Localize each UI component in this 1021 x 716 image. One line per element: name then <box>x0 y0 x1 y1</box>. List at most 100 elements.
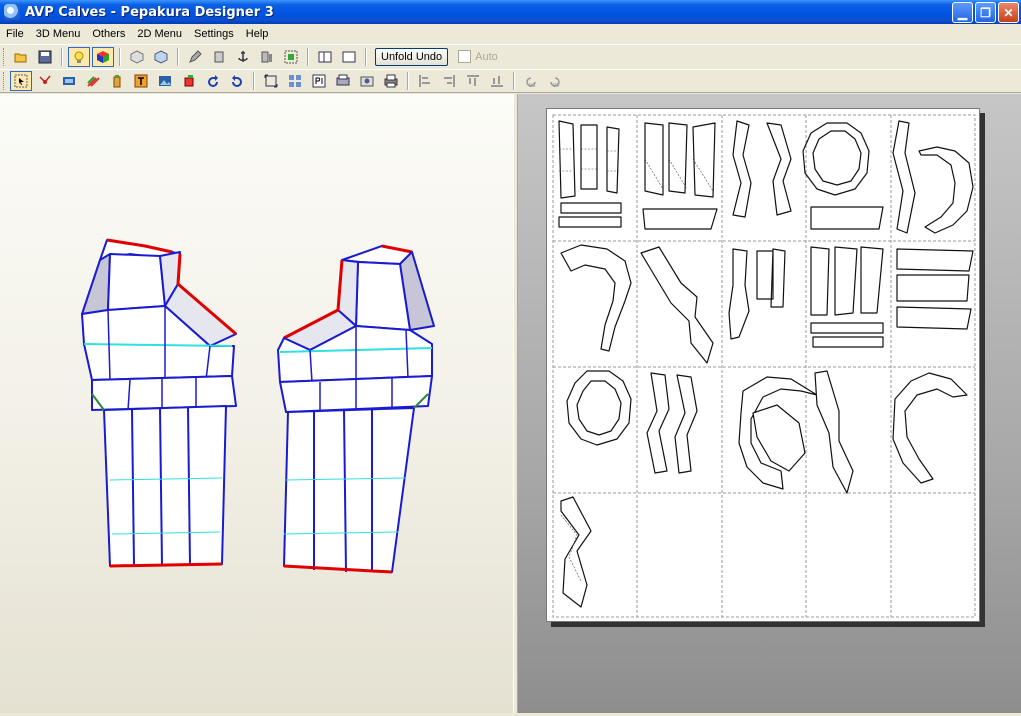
align-top-icon <box>467 75 479 86</box>
3d-view-panel[interactable] <box>0 94 513 713</box>
paper-sheet <box>546 108 980 622</box>
toolbar-grip[interactable] <box>3 72 6 90</box>
main-toolbar: Unfold Undo Auto <box>0 44 1021 68</box>
print-button[interactable] <box>380 71 402 91</box>
menu-others[interactable]: Others <box>86 28 131 40</box>
menu-file[interactable]: File <box>0 28 30 40</box>
toolbar-separator <box>253 72 255 90</box>
film-button[interactable] <box>58 71 80 91</box>
toolbar-separator <box>177 47 179 66</box>
dual-view-button[interactable] <box>338 47 360 67</box>
light-toggle-button[interactable] <box>68 46 90 67</box>
toolbar-separator <box>119 47 121 66</box>
single-view-button[interactable] <box>314 47 336 67</box>
save-icon <box>38 50 52 63</box>
anchor-button[interactable] <box>232 47 254 67</box>
align-middle-icon <box>491 76 503 87</box>
rotate-90-cw-button[interactable]: 90 <box>544 71 566 91</box>
cylinder-button[interactable] <box>208 47 230 67</box>
align-top-button[interactable] <box>462 71 484 91</box>
rotate-left-icon <box>208 75 218 87</box>
snapshot-button[interactable] <box>356 71 378 91</box>
menu-help[interactable]: Help <box>240 28 275 40</box>
save-button[interactable] <box>34 47 56 67</box>
svg-text:90: 90 <box>529 83 535 88</box>
menu-settings[interactable]: Settings <box>188 28 240 40</box>
menu-3d[interactable]: 3D Menu <box>30 28 87 40</box>
select-icon <box>14 74 28 88</box>
rotate-right-icon <box>232 75 242 87</box>
toolbar-separator <box>365 47 367 66</box>
print-icon <box>384 74 398 88</box>
open-icon <box>14 53 27 62</box>
text-icon <box>134 74 148 88</box>
text-tool-button[interactable] <box>130 71 152 91</box>
arrange-icon <box>289 75 301 87</box>
left-calf-model <box>81 238 237 568</box>
align-center-button[interactable] <box>438 71 460 91</box>
part-icon <box>184 75 194 87</box>
arrange-button[interactable] <box>284 71 306 91</box>
dual-view-icon <box>342 51 356 62</box>
print-setup-button[interactable] <box>332 71 354 91</box>
toolbar-separator <box>61 47 63 66</box>
align-middle-button[interactable] <box>486 71 508 91</box>
pencil-icon <box>189 49 202 63</box>
group-button[interactable] <box>280 47 302 67</box>
toolbar-separator <box>407 72 409 90</box>
rotate-90-ccw-icon: 90 <box>526 77 536 88</box>
toolbar-separator <box>513 72 515 90</box>
minimize-button[interactable]: ▁ <box>952 2 973 23</box>
rotate-90-ccw-button[interactable]: 90 <box>520 71 542 91</box>
rotate-90-cw-icon: 90 <box>550 77 560 88</box>
maximize-button[interactable]: ❐ <box>975 2 996 23</box>
window-title: AVP Calves - Pepakura Designer 3 <box>25 4 274 20</box>
right-calf-model <box>277 244 435 574</box>
app-icon[interactable] <box>4 4 20 20</box>
svg-text:90: 90 <box>553 83 559 88</box>
cube-front-icon <box>130 49 144 64</box>
image-tool-button[interactable] <box>154 71 176 91</box>
2d-view-panel[interactable] <box>518 94 1021 713</box>
auto-checkbox[interactable] <box>458 50 472 63</box>
close-button[interactable]: ✕ <box>998 2 1019 23</box>
light-icon <box>74 51 84 63</box>
image-icon <box>159 76 171 86</box>
group-icon <box>284 50 298 63</box>
glue-button[interactable] <box>106 71 128 91</box>
unfold-undo-button[interactable]: Unfold Undo <box>375 47 449 66</box>
menu-2d[interactable]: 2D Menu <box>131 28 188 40</box>
pen-tools-button[interactable] <box>82 71 104 91</box>
title-bar: AVP Calves - Pepakura Designer 3 ▁ ❐ ✕ <box>0 0 1021 24</box>
fit-icon <box>264 74 278 88</box>
fit-button[interactable] <box>260 71 282 91</box>
close-icon: ✕ <box>1003 5 1014 20</box>
rotate-right-button[interactable] <box>226 71 248 91</box>
texture-icon <box>97 50 109 63</box>
edit-edge-button[interactable] <box>184 47 206 67</box>
view-side-button[interactable] <box>150 47 172 67</box>
unfolded-pattern <box>552 114 976 618</box>
minimize-icon: ▁ <box>957 5 968 20</box>
single-view-icon <box>318 51 332 62</box>
wall-button[interactable] <box>256 47 278 67</box>
cylinder-icon <box>214 51 224 62</box>
part-tool-button[interactable] <box>178 71 200 91</box>
align-left-icon <box>419 75 430 87</box>
wall-icon <box>261 51 272 62</box>
view-front-button[interactable] <box>126 47 148 67</box>
anchor-icon <box>238 50 248 62</box>
open-button[interactable] <box>10 47 32 67</box>
select-tool-button[interactable] <box>10 71 32 91</box>
page-number-button[interactable] <box>308 71 330 91</box>
auto-checkbox-label: Auto <box>475 50 498 63</box>
rotate-left-button[interactable] <box>202 71 224 91</box>
edge-edit-button[interactable] <box>34 71 56 91</box>
pen-tools-icon <box>87 76 100 87</box>
edit-toolbar: 90 90 <box>0 69 1021 93</box>
align-left-button[interactable] <box>414 71 436 91</box>
texture-toggle-button[interactable] <box>92 46 114 67</box>
cube-side-icon <box>154 49 168 64</box>
toolbar-grip[interactable] <box>3 47 6 66</box>
film-icon <box>63 77 75 85</box>
